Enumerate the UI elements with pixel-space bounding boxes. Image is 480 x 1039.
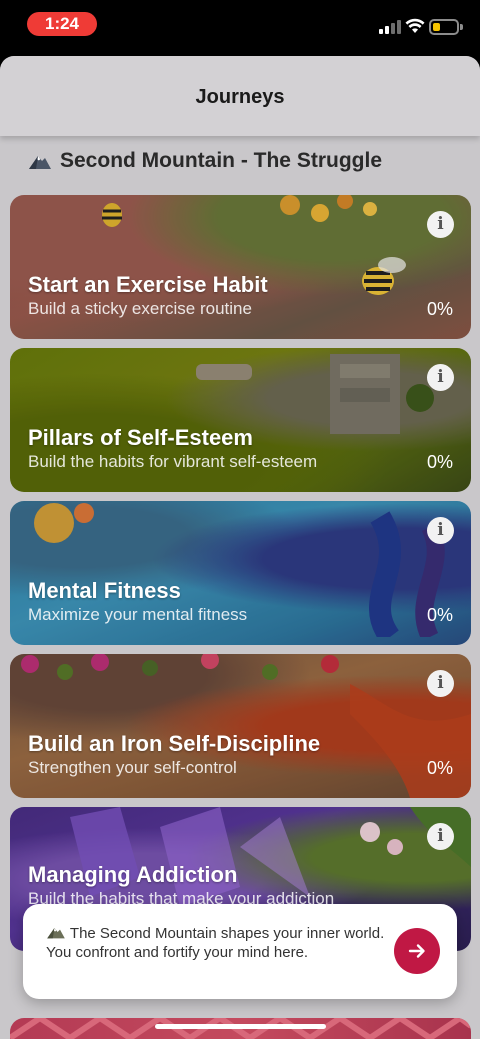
journey-card-exercise-habit[interactable]: i Start an Exercise Habit Build a sticky… (10, 195, 471, 339)
journey-subtitle: Strengthen your self-control (28, 758, 237, 777)
info-icon[interactable]: i (427, 364, 454, 391)
section-title: Second Mountain - The Struggle (60, 149, 382, 172)
journey-subtitle: Build the habits for vibrant self-esteem (28, 452, 318, 471)
journey-subtitle: Build a sticky exercise routine (28, 299, 252, 318)
journey-progress: 0% (426, 758, 453, 778)
toast-next-button[interactable] (394, 928, 440, 974)
journey-title: Mental Fitness (28, 578, 181, 603)
info-icon[interactable]: i (427, 211, 454, 238)
journey-progress: 0% (426, 299, 453, 319)
journeys-sheet: Journeys Second Mountain - The Struggle … (0, 56, 480, 1039)
journey-card-self-esteem[interactable]: i Pillars of Self-Esteem Build the habit… (10, 348, 471, 492)
journey-title: Start an Exercise Habit (28, 272, 268, 297)
journey-progress: 0% (426, 605, 453, 625)
navigation-header: Journeys (0, 56, 480, 136)
journey-card-mental-fitness[interactable]: i Mental Fitness Maximize your mental fi… (10, 501, 471, 645)
battery-icon (429, 19, 463, 35)
journey-card-self-discipline[interactable]: i Build an Iron Self-Discipline Strength… (10, 654, 471, 798)
cellular-signal-icon (379, 20, 401, 34)
info-icon[interactable]: i (427, 823, 454, 850)
wifi-icon (405, 18, 425, 33)
status-time[interactable]: 1:24 (27, 12, 97, 36)
journey-title: Managing Addiction (28, 862, 238, 887)
mountain-icon (47, 928, 65, 939)
arrow-right-icon (408, 944, 425, 958)
info-toast[interactable]: The Second Mountain shapes your inner wo… (23, 904, 457, 999)
status-bar: 1:24 (0, 0, 480, 50)
mountain-icon (29, 156, 51, 169)
journey-title: Build an Iron Self-Discipline (28, 731, 321, 756)
page-title: Journeys (195, 86, 285, 108)
journey-subtitle: Maximize your mental fitness (28, 605, 248, 624)
journey-progress: 0% (426, 452, 453, 472)
home-indicator[interactable] (155, 1024, 326, 1029)
toast-text: The Second Mountain shapes your inner wo… (46, 925, 385, 961)
info-icon[interactable]: i (427, 670, 454, 697)
toast-message: The Second Mountain shapes your inner wo… (46, 924, 391, 962)
info-icon[interactable]: i (427, 517, 454, 544)
section-header: Second Mountain - The Struggle (28, 148, 382, 174)
journey-title: Pillars of Self-Esteem (28, 425, 253, 450)
